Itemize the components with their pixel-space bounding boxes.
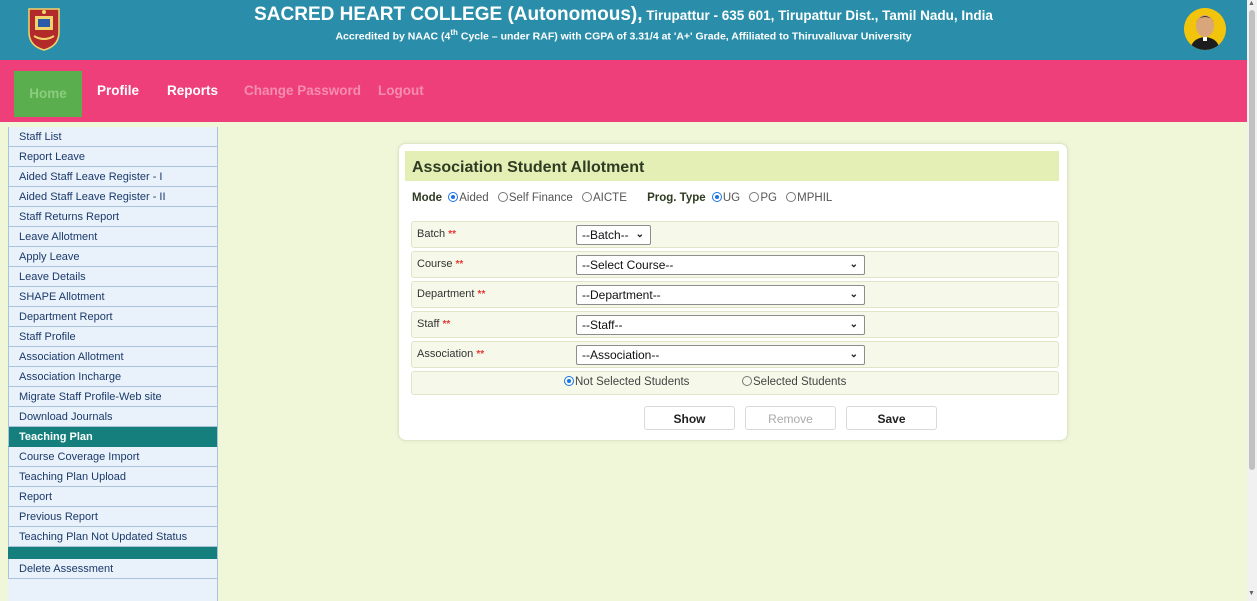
nav-profile[interactable]: Profile [97, 60, 139, 122]
sidebar-item-leave-allotment[interactable]: Leave Allotment [8, 227, 217, 247]
required-mark: ** [477, 289, 486, 300]
student-filter-row: Not Selected Students Selected Students [411, 371, 1059, 395]
mode-label: Mode [412, 192, 443, 204]
sidebar-item-report[interactable]: Report [8, 487, 217, 507]
sidebar-item-aided-leave-register-2[interactable]: Aided Staff Leave Register - II [8, 187, 217, 207]
batch-row: Batch ** --Batch-- ⌄ [411, 221, 1059, 248]
required-mark: ** [448, 229, 456, 240]
sidebar-item-migrate-staff-profile[interactable]: Migrate Staff Profile-Web site [8, 387, 217, 407]
sidebar-item-previous-report[interactable]: Previous Report [8, 507, 217, 527]
nav-change-password[interactable]: Change Password [244, 60, 361, 122]
save-button[interactable]: Save [846, 406, 937, 430]
association-label: Association [417, 348, 474, 360]
chevron-down-icon: ⌄ [635, 229, 644, 240]
batch-select[interactable]: --Batch-- ⌄ [576, 225, 651, 245]
scroll-down-icon[interactable]: ▼ [1248, 590, 1255, 597]
mode-radio-aided[interactable]: Aided [448, 192, 489, 204]
founder-portrait [1184, 8, 1226, 50]
sidebar-item-download-journals[interactable]: Download Journals [8, 407, 217, 427]
form-title: Association Student Allotment [405, 151, 1059, 181]
prog-radio-mphil[interactable]: MPHIL [786, 192, 832, 204]
college-name: SACRED HEART COLLEGE (Autonomous), [254, 4, 643, 25]
required-mark: ** [442, 319, 451, 330]
radio-not-selected-students[interactable]: Not Selected Students [564, 376, 689, 388]
sidebar-item-association-allotment[interactable]: Association Allotment [8, 347, 217, 367]
sidebar-item-teaching-plan-not-updated[interactable]: Teaching Plan Not Updated Status [8, 527, 217, 547]
course-row: Course ** --Select Course-- ⌄ [411, 251, 1059, 278]
scroll-up-icon[interactable]: ▲ [1248, 0, 1255, 7]
sidebar-item-aided-leave-register-1[interactable]: Aided Staff Leave Register - I [8, 167, 217, 187]
sidebar-item-shape-allotment[interactable]: SHAPE Allotment [8, 287, 217, 307]
sidebar-menu: Staff List Report Leave Aided Staff Leav… [8, 127, 218, 601]
batch-label: Batch [417, 228, 446, 240]
remove-button[interactable]: Remove [745, 406, 836, 430]
nav-logout[interactable]: Logout [378, 60, 424, 122]
staff-row: Staff ** --Staff-- ⌄ [411, 311, 1059, 338]
required-mark: ** [455, 259, 464, 270]
sidebar-item-staff-profile[interactable]: Staff Profile [8, 327, 217, 347]
sidebar-item-association-incharge[interactable]: Association Incharge [8, 367, 217, 387]
prog-type-label: Prog. Type [647, 192, 706, 204]
header-banner: SACRED HEART COLLEGE (Autonomous), Tirup… [0, 0, 1247, 60]
page-scrollbar[interactable]: ▲ ▼ [1247, 0, 1257, 601]
mode-radio-aicte[interactable]: AICTE [582, 192, 627, 204]
nav-home[interactable]: Home [14, 71, 82, 117]
college-address: Tirupattur - 635 601, Tirupattur Dist., … [642, 8, 993, 23]
course-select[interactable]: --Select Course-- ⌄ [576, 255, 865, 275]
sidebar-item-leave-details[interactable]: Leave Details [8, 267, 217, 287]
course-label: Course [417, 258, 453, 270]
department-row: Department ** --Department-- ⌄ [411, 281, 1059, 308]
sidebar-item-teaching-plan-upload[interactable]: Teaching Plan Upload [8, 467, 217, 487]
sidebar-item-staff-returns-report[interactable]: Staff Returns Report [8, 207, 217, 227]
chevron-down-icon: ⌄ [849, 349, 858, 360]
chevron-down-icon: ⌄ [849, 289, 858, 300]
chevron-down-icon: ⌄ [849, 319, 858, 330]
nav-reports[interactable]: Reports [167, 60, 218, 122]
prog-radio-pg[interactable]: PG [749, 192, 777, 204]
sidebar-item-department-report[interactable]: Department Report [8, 307, 217, 327]
association-select[interactable]: --Association-- ⌄ [576, 345, 865, 365]
department-select[interactable]: --Department-- ⌄ [576, 285, 865, 305]
sidebar-item-delete-assessment[interactable]: Delete Assessment [8, 559, 217, 579]
sidebar-item-apply-leave[interactable]: Apply Leave [8, 247, 217, 267]
main-nav: Home Profile Reports Change Password Log… [0, 60, 1247, 122]
required-mark: ** [476, 349, 485, 360]
association-row: Association ** --Association-- ⌄ [411, 341, 1059, 368]
allotment-form-panel: Association Student Allotment Mode Aided… [398, 143, 1068, 441]
sidebar-item-course-coverage-import[interactable]: Course Coverage Import [8, 447, 217, 467]
staff-label: Staff [417, 318, 440, 330]
show-button[interactable]: Show [644, 406, 735, 430]
sidebar-item-report-leave[interactable]: Report Leave [8, 147, 217, 167]
department-label: Department [417, 288, 475, 300]
mode-selector-row: Mode Aided Self Finance AICTE Prog. Type… [412, 192, 832, 204]
sidebar-divider [8, 547, 217, 559]
sidebar-section-teaching-plan: Teaching Plan [8, 427, 217, 447]
accreditation-line: Accredited by NAAC (4th Cycle – under RA… [335, 28, 912, 43]
radio-selected-students[interactable]: Selected Students [742, 376, 846, 388]
staff-select[interactable]: --Staff-- ⌄ [576, 315, 865, 335]
form-fields: Batch ** --Batch-- ⌄ Course ** --Select C… [411, 221, 1059, 395]
prog-radio-ug[interactable]: UG [711, 192, 740, 204]
scrollbar-thumb[interactable] [1249, 10, 1255, 470]
mode-radio-self-finance[interactable]: Self Finance [497, 192, 573, 204]
sidebar-item-staff-list[interactable]: Staff List [8, 127, 217, 147]
chevron-down-icon: ⌄ [849, 259, 858, 270]
college-title: SACRED HEART COLLEGE (Autonomous), Tirup… [0, 5, 1247, 44]
